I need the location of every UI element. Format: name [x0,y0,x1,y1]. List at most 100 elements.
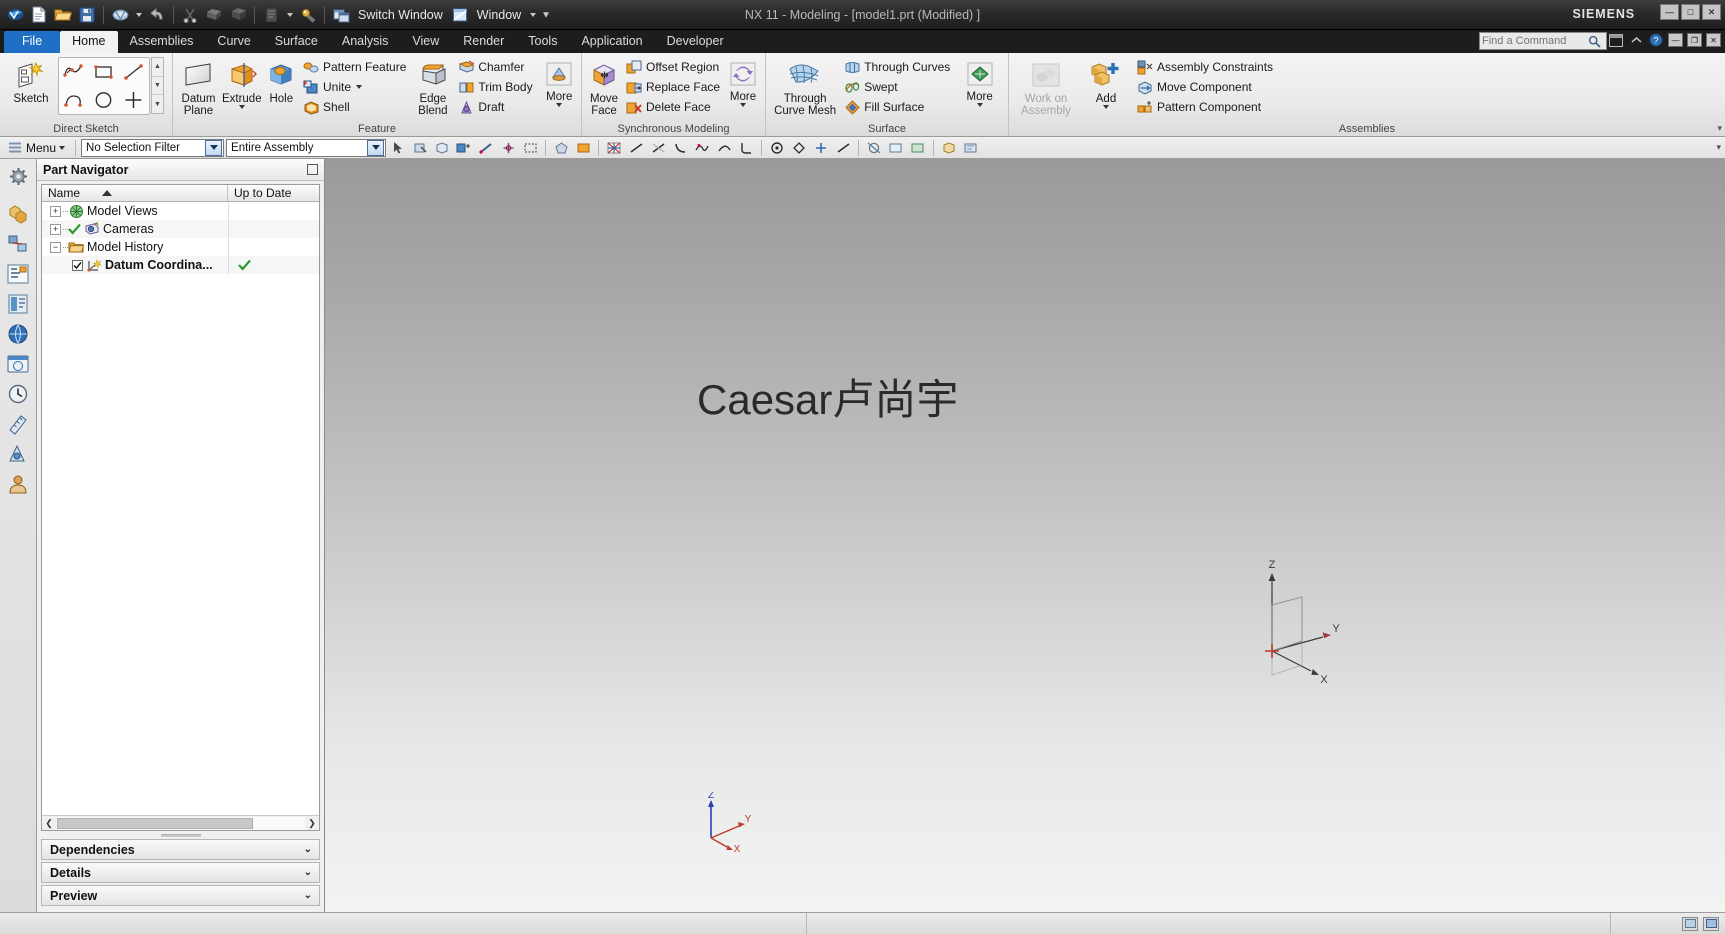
infer-curve-icon[interactable] [736,139,756,157]
page-dropdown-icon[interactable] [284,4,295,26]
part-navigator-icon[interactable] [4,260,32,288]
chevron-up-icon[interactable] [1628,32,1644,48]
chevron-down-icon-details[interactable]: ⌄ [304,867,312,878]
work-on-assembly-button[interactable]: Work on Assembly [1013,56,1079,120]
surface-more-button[interactable]: More [955,56,1004,110]
ribbon-collapse-icon[interactable]: ▾ [1717,123,1722,134]
add-component-button[interactable]: Add [1079,56,1133,112]
switch-window-label[interactable]: Switch Window [354,8,447,22]
fill-surface-button[interactable]: Fill Surface [840,97,955,117]
web-browser-icon[interactable] [4,350,32,378]
work-coordinate-system-datum[interactable]: Z Y X [1255,559,1365,699]
trim-body-button[interactable]: Trim Body [454,77,537,97]
maximize-button[interactable]: □ [1681,4,1700,20]
document-minimize-button[interactable]: — [1668,33,1683,47]
edge-blend-button[interactable]: Edge Blend [411,56,454,120]
section-preview[interactable]: Preview ⌄ [41,885,320,906]
column-header-name[interactable]: Name [42,185,228,201]
surface-more-dropdown-icon[interactable] [976,103,983,107]
scroll-track[interactable] [56,816,305,830]
datum-visibility-checkbox[interactable] [72,259,83,271]
find-command-box[interactable] [1479,32,1607,50]
tab-application[interactable]: Application [569,31,654,53]
feature-more-button[interactable]: More [542,56,577,110]
tab-curve[interactable]: Curve [205,31,262,53]
sync-more-dropdown-icon[interactable] [740,103,747,107]
selection-scope-dropdown-icon[interactable] [367,139,385,156]
new-file-icon[interactable] [28,4,50,26]
scroll-up-icon[interactable]: ▲ [152,58,163,77]
through-curves-button[interactable]: Through Curves [840,57,955,77]
chevron-down-icon-preview[interactable]: ⌄ [304,890,312,901]
replace-face-button[interactable]: Replace Face [622,77,725,97]
sync-more-button[interactable]: More [725,56,761,110]
arc-icon[interactable] [59,86,89,114]
feature-more-dropdown-icon[interactable] [556,103,563,107]
tab-tools[interactable]: Tools [516,31,569,53]
print-dropdown-icon[interactable] [133,4,144,26]
select-feature-icon[interactable] [410,139,430,157]
undo-icon[interactable] [146,4,168,26]
nx-logo-icon[interactable] [4,4,26,26]
column-header-up-to-date[interactable]: Up to Date [228,185,319,201]
rectangle-icon[interactable] [89,58,119,86]
tab-file[interactable]: File [4,31,61,53]
process-studio-icon[interactable] [4,440,32,468]
measure-icon[interactable] [4,410,32,438]
tree-row-model-views[interactable]: + Model Views [42,202,319,220]
follow-fillet-icon[interactable] [789,139,809,157]
circle-icon[interactable] [89,86,119,114]
minimize-button[interactable]: — [1660,4,1679,20]
window-icon[interactable] [449,4,471,26]
edit-object-display-icon[interactable] [961,139,981,157]
assembly-navigator-icon[interactable] [4,200,32,228]
show-hide-icon[interactable] [864,139,884,157]
move-face-button[interactable]: Move Face [586,56,622,120]
customize-icon[interactable] [297,4,319,26]
scroll-right-icon[interactable]: ❯ [305,817,319,830]
cut-icon[interactable] [179,4,201,26]
unite-button[interactable]: Unite [299,77,411,97]
switch-window-icon[interactable] [330,4,352,26]
select-general-icon[interactable] [388,139,408,157]
snap-point-icon[interactable] [498,139,518,157]
delete-face-button[interactable]: Delete Face [622,97,725,117]
expander-model-history[interactable]: − [50,241,61,253]
expander-model-views[interactable]: + [50,205,61,217]
menu-button[interactable]: Menu [3,139,70,157]
constraint-navigator-icon[interactable] [4,230,32,258]
show-by-type-icon[interactable] [939,139,959,157]
feature-curves-icon[interactable] [692,139,712,157]
tab-surface[interactable]: Surface [263,31,330,53]
rectangle-select-icon[interactable] [520,139,540,157]
scroll-left-icon[interactable]: ❮ [42,817,56,830]
profile-icon[interactable] [59,58,89,86]
document-close-button[interactable]: ✕ [1706,33,1721,47]
page-icon[interactable] [260,4,282,26]
curve-rule-icon[interactable] [604,139,624,157]
selection-filter-dropdown-icon[interactable] [205,139,223,156]
chain-within-features-icon[interactable] [811,139,831,157]
face-select-icon[interactable] [573,139,593,157]
tree-row-datum-coordinate-system[interactable]: Datum Coordina... [42,256,319,274]
tab-analysis[interactable]: Analysis [330,31,401,53]
pattern-feature-button[interactable]: Pattern Feature [299,57,411,77]
status-monitor-icon[interactable] [1703,916,1719,931]
html-help-icon[interactable] [4,320,32,348]
scroll-thumb[interactable] [57,817,253,829]
ribbon-display-icon[interactable] [1608,32,1624,48]
window-label[interactable]: Window [473,8,525,22]
curve-select-icon[interactable] [833,139,853,157]
scroll-more-icon[interactable]: ▼ [152,95,163,113]
single-curve-icon[interactable] [626,139,646,157]
paste-icon[interactable] [227,4,249,26]
through-curve-mesh-button[interactable]: Through Curve Mesh [770,56,840,120]
scroll-down-icon[interactable]: ▼ [152,77,163,96]
print-icon[interactable] [109,4,131,26]
document-restore-button[interactable]: ❐ [1687,33,1702,47]
help-icon[interactable]: ? [1648,32,1664,48]
assembly-constraints-button[interactable]: Assembly Constraints [1133,57,1278,77]
region-boundary-icon[interactable] [714,139,734,157]
immediate-hide-icon[interactable] [886,139,906,157]
tab-render[interactable]: Render [451,31,516,53]
